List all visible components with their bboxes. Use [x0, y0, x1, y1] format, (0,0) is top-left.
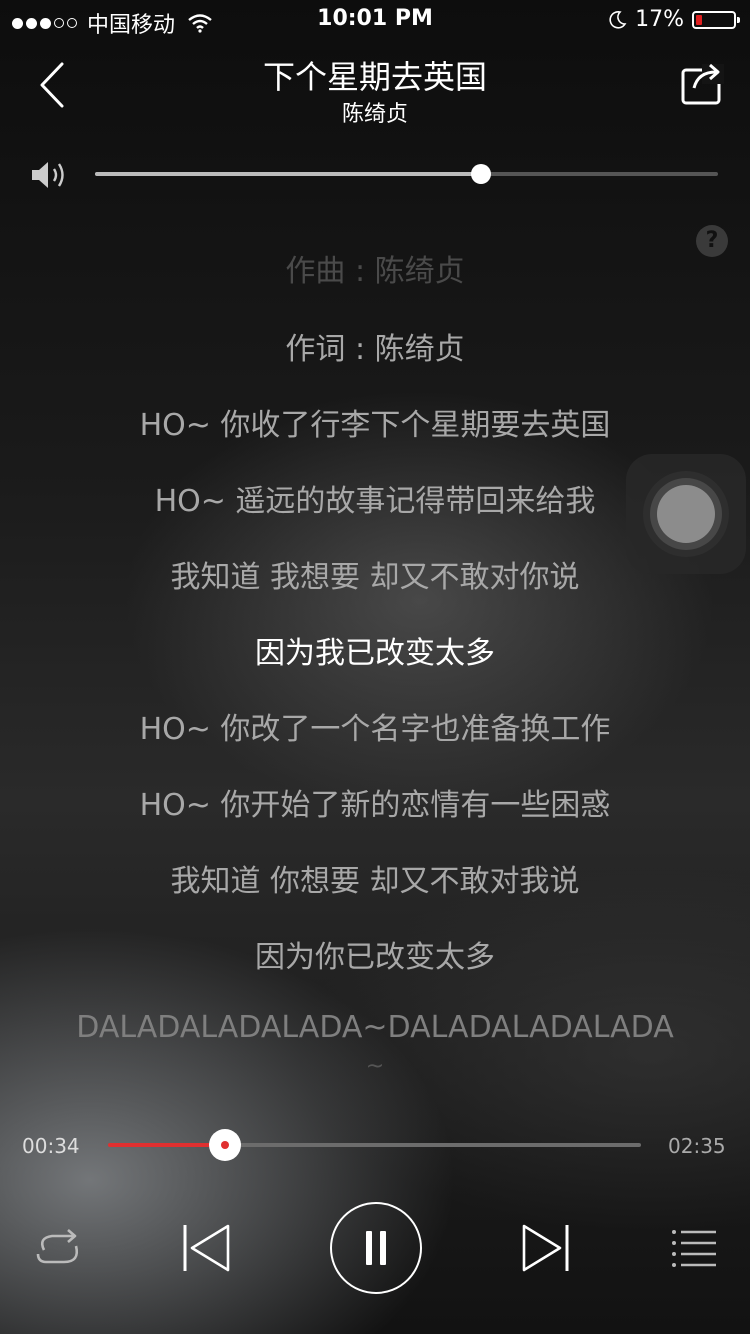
progress-fill — [108, 1143, 225, 1147]
status-right: 17% — [607, 7, 740, 32]
elapsed-time: 00:34 — [22, 1134, 80, 1158]
chevron-left-icon[interactable] — [36, 60, 72, 110]
previous-track-icon[interactable] — [180, 1222, 232, 1274]
lyric-line: 因为你已改变太多 — [255, 940, 495, 975]
assistive-touch-button[interactable] — [626, 454, 746, 574]
lyric-line: 作曲 : 陈绮贞 — [285, 254, 465, 289]
progress-handle[interactable] — [208, 1129, 241, 1161]
battery-icon — [692, 10, 740, 29]
volume-slider-fill — [95, 172, 482, 176]
do-not-disturb-moon-icon — [609, 10, 627, 29]
lyric-line-current: 因为我已改变太多 — [255, 636, 495, 671]
artist-name: 陈绮贞 — [341, 102, 408, 127]
lyric-line: HO~ 你开始了新的恋情有一些困惑 — [139, 788, 611, 823]
lyric-line: HO~ 你改了一个名字也准备换工作 — [139, 712, 611, 747]
repeat-icon[interactable] — [34, 1226, 84, 1270]
assistive-touch-core — [657, 485, 715, 543]
lyric-line: HO~ 你收了行李下个星期要去英国 — [139, 408, 611, 443]
battery-level-fill — [696, 14, 702, 25]
lyric-line: DALADALADALADA~DALADALADALADA — [76, 1010, 674, 1045]
share-icon[interactable] — [680, 60, 724, 106]
total-time: 02:35 — [668, 1134, 726, 1158]
pause-icon — [366, 1231, 386, 1265]
volume-slider-handle[interactable] — [471, 164, 492, 184]
speaker-icon[interactable] — [30, 158, 70, 192]
next-track-icon[interactable] — [520, 1222, 572, 1274]
song-title: 下个星期去英国 — [262, 58, 487, 96]
lyric-line: 我知道 你想要 却又不敢对我说 — [170, 864, 580, 899]
status-bar: 中国移动 10:01 PM 17% — [0, 0, 750, 40]
lyric-line: ~ — [365, 1054, 385, 1079]
playlist-icon[interactable] — [670, 1226, 718, 1270]
battery-percent: 17% — [635, 7, 684, 32]
pause-button[interactable] — [330, 1202, 422, 1294]
lyric-line: 作词 : 陈绮贞 — [285, 332, 465, 367]
